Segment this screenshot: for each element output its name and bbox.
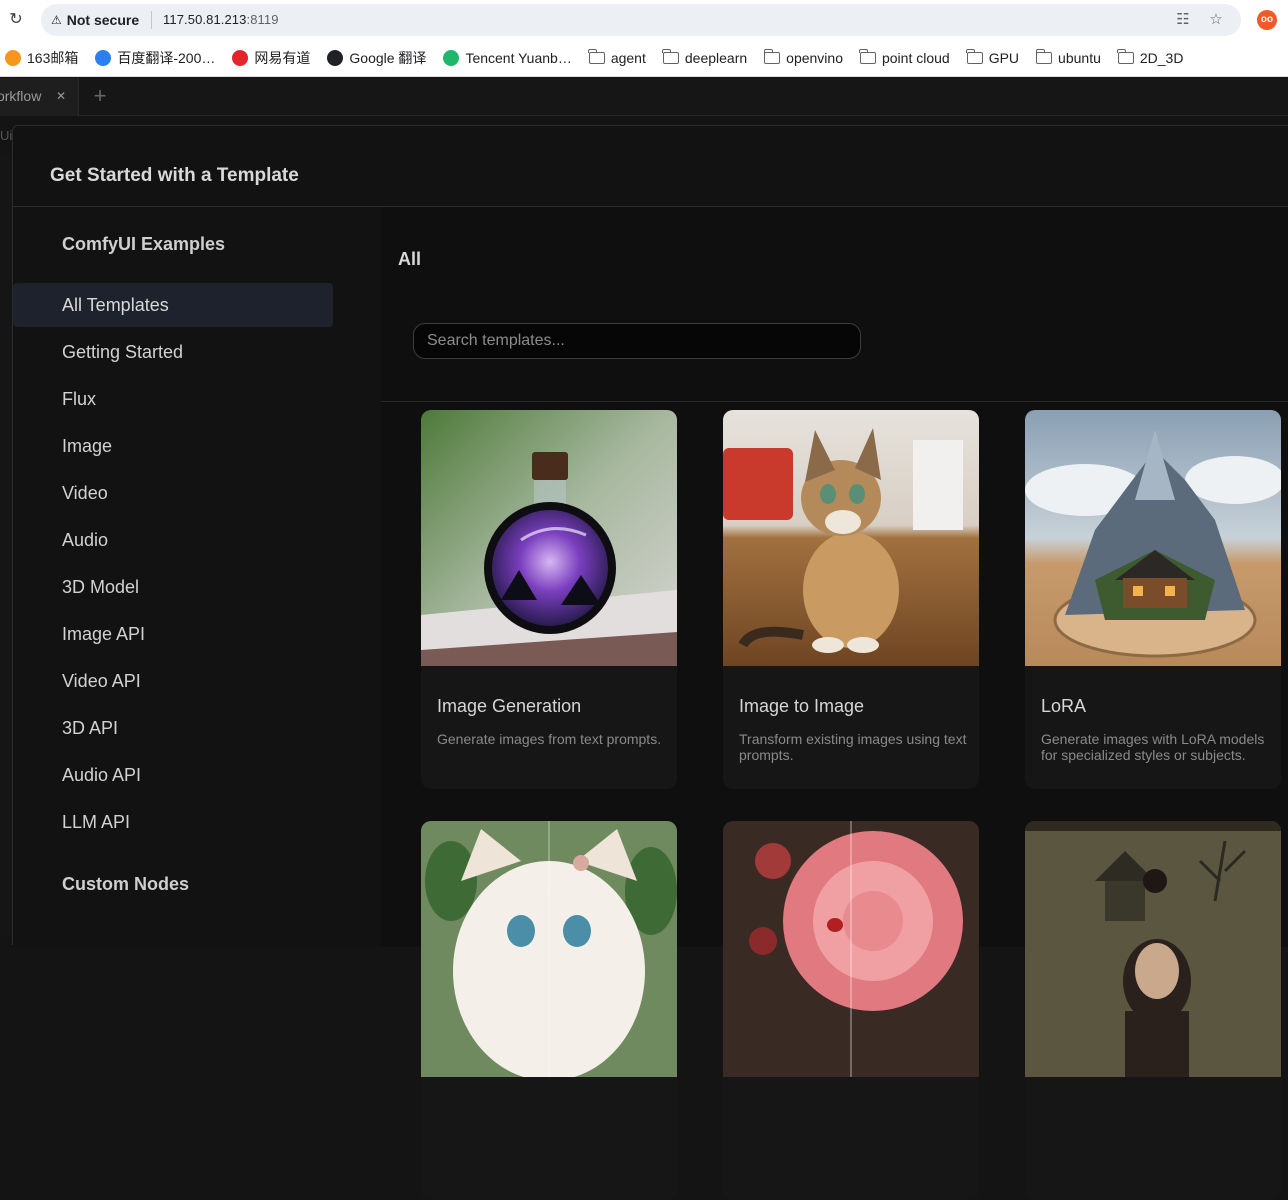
bookmark-item[interactable]: ubuntu [1035, 49, 1101, 66]
folder-icon [1035, 49, 1053, 64]
address-separator [151, 11, 152, 29]
template-thumbnail [421, 410, 677, 666]
star-icon[interactable]: ☆ [1207, 11, 1225, 29]
bookmark-label: point cloud [881, 50, 950, 66]
template-description: Generate images from text prompts. [437, 731, 662, 747]
sidebar-item-audio-api[interactable]: Audio API [13, 753, 333, 797]
sidebar-item-getting-started[interactable]: Getting Started [13, 330, 333, 374]
bookmark-item[interactable]: 网易有道 [232, 48, 310, 68]
baidu-translate-icon [95, 50, 112, 66]
content-divider [381, 401, 1288, 402]
youdao-icon [232, 50, 249, 66]
folder-icon [763, 49, 781, 64]
template-thumbnail [723, 821, 979, 1077]
bookmark-label: openvino [786, 50, 843, 66]
sidebar-item-all-templates[interactable]: All Templates [13, 283, 333, 327]
dialog-title: Get Started with a Template [50, 165, 299, 186]
template-card-row2-3[interactable] [1025, 821, 1281, 1200]
category-heading: All [398, 249, 422, 269]
sidebar-heading-custom-nodes[interactable]: Custom Nodes [62, 874, 189, 895]
bookmark-label: 2D_3D [1139, 50, 1184, 66]
template-content: All Search templates... Image Generation… [381, 207, 1288, 1200]
bookmark-item[interactable]: Google 翻译 [327, 48, 426, 68]
folder-icon [859, 49, 876, 64]
reload-icon[interactable]: ↻ [6, 10, 26, 30]
bookmark-label: 网易有道 [254, 50, 311, 66]
bookmarks-bar: 163邮箱 百度翻译-200… 网易有道 Google 翻译 Tencent Yuanb… [0, 40, 1288, 77]
bookmark-item[interactable]: openvino [763, 49, 843, 66]
template-sidebar: ComfyUI Examples Custom Nodes All Templa… [13, 207, 381, 947]
browser-toolbar: ↻ ⚠ Not secure 117.50.81.213:8119 ☷ ☆ oo [0, 0, 1288, 40]
mail-163-icon [5, 50, 21, 66]
bookmark-label: GPU [988, 50, 1020, 66]
folder-icon [1117, 49, 1134, 64]
extension-icon[interactable]: oo [1257, 10, 1277, 30]
bookmark-label: deeplearn [684, 50, 748, 66]
globe-icon [327, 50, 344, 66]
warning-icon: ⚠ [51, 13, 62, 27]
workflow-tab[interactable]: Workflow ✕ [0, 78, 79, 116]
url-host: 117.50.81.213 [163, 12, 247, 27]
workflow-tab-label: Workflow [0, 88, 42, 104]
bookmark-item[interactable]: Tencent Yuanb… [443, 50, 572, 66]
sidebar-item-flux[interactable]: Flux [13, 377, 333, 421]
url-port: :8119 [246, 12, 279, 27]
template-thumbnail [1025, 821, 1281, 1077]
template-card-row2-1[interactable] [421, 821, 677, 1200]
address-bar[interactable]: ⚠ Not secure 117.50.81.213:8119 ☷ ☆ [41, 4, 1241, 36]
bookmark-item[interactable]: deeplearn [662, 49, 748, 66]
bookmark-item[interactable]: point cloud [859, 49, 950, 66]
bookmark-label: agent [610, 50, 646, 66]
url-text[interactable]: 117.50.81.213:8119 [163, 12, 279, 27]
sidebar-item-video[interactable]: Video [13, 471, 333, 515]
template-card-image-generation[interactable]: Image Generation Generate images from te… [421, 410, 677, 789]
sidebar-item-3d-api[interactable]: 3D API [13, 706, 333, 750]
sidebar-item-image[interactable]: Image [13, 424, 333, 468]
folder-icon [662, 49, 679, 64]
template-card-lora[interactable]: LoRA Generate images with LoRA models fo… [1025, 410, 1281, 789]
template-card-row2-2[interactable] [723, 821, 979, 1200]
template-title: Image to Image [739, 696, 865, 716]
template-title: Image Generation [437, 696, 582, 716]
sidebar-item-image-api[interactable]: Image API [13, 612, 333, 656]
folder-icon [966, 49, 983, 64]
workflow-tabbar: Workflow ✕ + [0, 78, 1288, 116]
translate-icon[interactable]: ☷ [1174, 11, 1192, 29]
template-thumbnail [1025, 410, 1281, 666]
bookmark-item[interactable]: GPU [966, 49, 1020, 66]
bookmark-label: 163邮箱 [27, 50, 79, 66]
security-label: Not secure [66, 12, 140, 28]
yuanbao-icon [443, 50, 460, 66]
bookmark-label: Tencent Yuanb… [465, 50, 572, 66]
bookmark-item[interactable]: 2D_3D [1117, 49, 1184, 66]
menu-bar-text: Ui [0, 128, 13, 143]
bookmark-label: 百度翻译-200… [117, 50, 216, 66]
bookmark-label: ubuntu [1058, 50, 1101, 66]
template-dialog: Get Started with a Template ComfyUI Exam… [12, 125, 1288, 1200]
sidebar-heading: ComfyUI Examples [62, 234, 226, 254]
template-description: Generate images with LoRA models for spe… [1041, 731, 1265, 763]
bookmark-item[interactable]: 163邮箱 [5, 48, 78, 68]
security-chip[interactable]: ⚠ Not secure [51, 12, 139, 28]
template-description: Transform existing images using text pro… [739, 731, 967, 763]
bookmark-item[interactable]: agent [588, 49, 646, 66]
sidebar-item-audio[interactable]: Audio [13, 518, 333, 562]
template-thumbnail [421, 821, 677, 1077]
template-thumbnail [723, 410, 979, 666]
template-card-image-to-image[interactable]: Image to Image Transform existing images… [723, 410, 979, 789]
sidebar-item-llm-api[interactable]: LLM API [13, 800, 333, 844]
folder-icon [588, 49, 605, 64]
template-title: LoRA [1041, 696, 1087, 716]
search-input[interactable]: Search templates... [413, 323, 861, 359]
sidebar-item-3d-model[interactable]: 3D Model [13, 565, 333, 609]
add-tab-icon[interactable]: + [90, 84, 110, 108]
sidebar-item-video-api[interactable]: Video API [13, 659, 333, 703]
bookmark-label: Google 翻译 [349, 50, 427, 66]
bookmark-item[interactable]: 百度翻译-200… [95, 48, 215, 68]
close-icon[interactable]: ✕ [56, 78, 66, 114]
